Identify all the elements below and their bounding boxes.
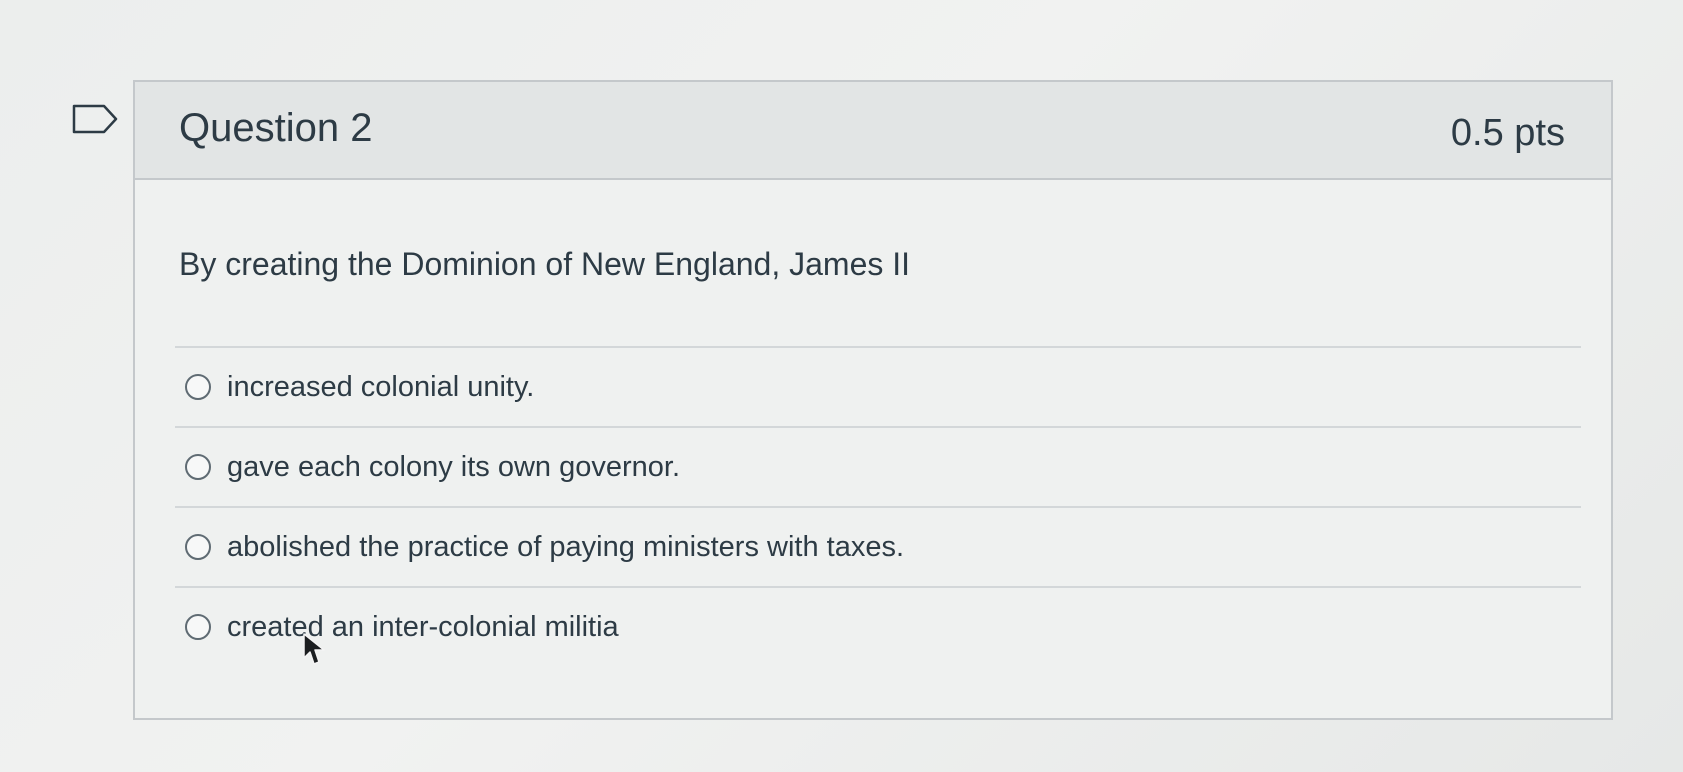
radio-button[interactable] <box>185 534 211 560</box>
question-text: By creating the Dominion of New England,… <box>179 246 911 282</box>
answer-option[interactable]: created an inter-colonial militia <box>175 586 1581 666</box>
answer-label[interactable]: increased colonial unity. <box>227 371 534 404</box>
radio-button[interactable] <box>185 374 211 400</box>
answer-option[interactable]: increased colonial unity. <box>175 346 1581 426</box>
answer-label[interactable]: abolished the practice of paying ministe… <box>227 531 904 564</box>
question-title: Question 2 <box>179 106 373 150</box>
question-points: 0.5 pts <box>1450 112 1565 154</box>
radio-button[interactable] <box>185 454 211 480</box>
answer-option[interactable]: gave each colony its own governor. <box>175 426 1581 506</box>
question-card: Question 2 0.5 pts By creating the Domin… <box>133 80 1613 720</box>
answer-list: increased colonial unity. gave each colo… <box>175 346 1581 666</box>
answer-label[interactable]: created an inter-colonial militia <box>227 611 619 644</box>
answer-label[interactable]: gave each colony its own governor. <box>227 451 680 484</box>
question-header: Question 2 0.5 pts <box>135 82 1611 180</box>
mouse-pointer-icon <box>303 633 325 665</box>
radio-button[interactable] <box>185 614 211 640</box>
answer-option[interactable]: abolished the practice of paying ministe… <box>175 506 1581 586</box>
flag-question-icon[interactable] <box>72 104 118 134</box>
